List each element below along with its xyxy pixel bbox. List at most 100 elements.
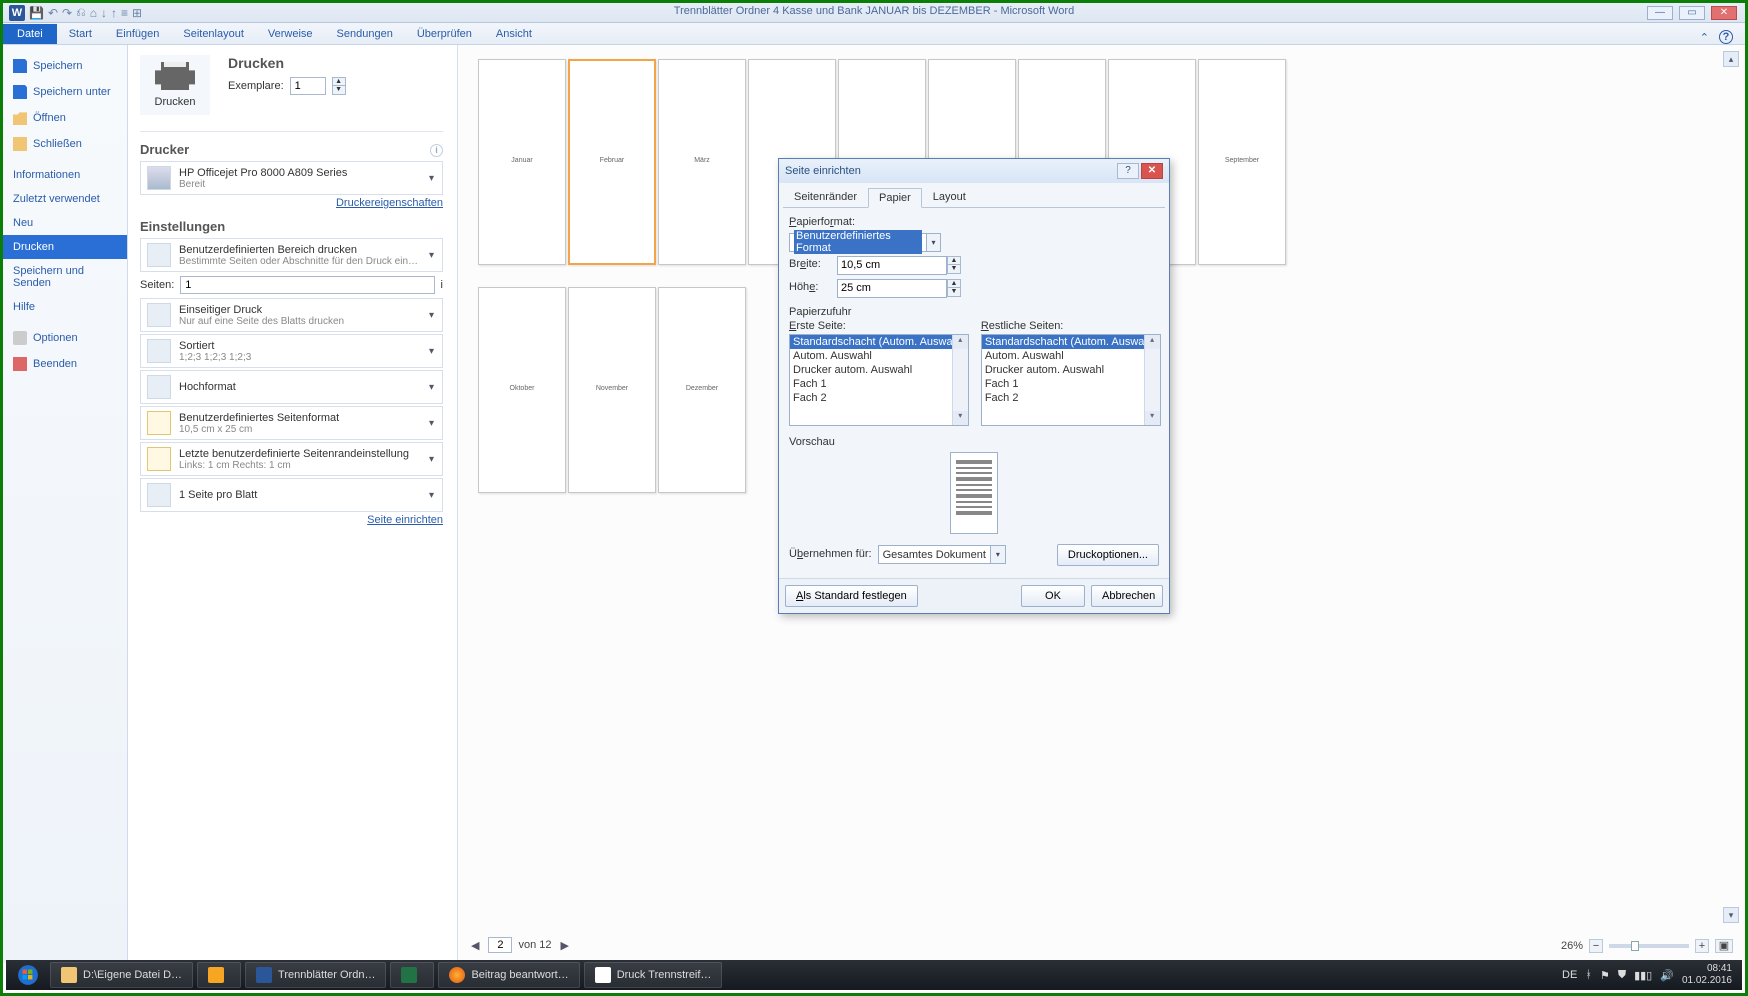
sidebar-item-print[interactable]: Drucken [3, 235, 127, 259]
list-item[interactable]: Fach 2 [982, 391, 1160, 405]
list-item[interactable]: Fach 1 [790, 377, 968, 391]
print-range-selector[interactable]: Benutzerdefinierten Bereich druckenBesti… [140, 238, 443, 272]
page-thumb[interactable]: März [658, 59, 746, 265]
taskbar-item-excel[interactable] [390, 962, 434, 988]
dialog-help-button[interactable]: ? [1117, 163, 1139, 179]
dialog-close-button[interactable]: ✕ [1141, 163, 1163, 179]
tab-layout[interactable]: Layout [922, 187, 977, 207]
paper-size-selector[interactable]: Benutzerdefiniertes Seitenformat10,5 cm … [140, 406, 443, 440]
qat-save-icon[interactable]: 💾 [29, 6, 44, 20]
height-spinner[interactable]: ▲▼ [947, 279, 961, 297]
other-pages-tray-list[interactable]: Standardschacht (Autom. Auswahl) Autom. … [981, 334, 1161, 426]
taskbar-item-word[interactable]: Trennblätter Ordn… [245, 962, 386, 988]
taskbar-item-outlook[interactable] [197, 962, 241, 988]
sidebar-item-info[interactable]: Informationen [3, 157, 127, 187]
tray-network-icon[interactable]: ▮▮▯ [1634, 969, 1652, 982]
fit-page-button[interactable]: ▣ [1715, 939, 1733, 953]
tab-margins[interactable]: Seitenränder [783, 187, 868, 207]
page-thumb[interactable]: September [1198, 59, 1286, 265]
next-page-button[interactable]: ▶ [558, 939, 572, 952]
qat-icon[interactable]: ⎌ [76, 5, 86, 20]
duplex-selector[interactable]: Einseitiger DruckNur auf eine Seite des … [140, 298, 443, 332]
tray-bluetooth-icon[interactable]: ᚼ [1585, 969, 1592, 981]
prev-page-button[interactable]: ◀ [468, 939, 482, 952]
sidebar-item-close[interactable]: Schließen [3, 131, 127, 157]
printer-properties-link[interactable]: Druckereigenschaften [336, 197, 443, 209]
zoom-slider[interactable] [1609, 944, 1689, 948]
list-item[interactable]: Standardschacht (Autom. Auswahl) [982, 335, 1160, 349]
close-button[interactable]: ✕ [1711, 6, 1737, 20]
pages-input[interactable] [180, 276, 434, 294]
ok-button[interactable]: OK [1021, 585, 1085, 607]
sidebar-item-new[interactable]: Neu [3, 211, 127, 235]
tab-mailings[interactable]: Sendungen [325, 24, 405, 44]
page-thumb[interactable]: Januar [478, 59, 566, 265]
scroll-down-button[interactable]: ▾ [1723, 907, 1739, 923]
list-item[interactable]: Standardschacht (Autom. Auswahl) [790, 335, 968, 349]
qat-redo-icon[interactable]: ↷ [62, 6, 72, 20]
height-input[interactable] [837, 279, 947, 298]
page-setup-link[interactable]: Seite einrichten [367, 514, 443, 526]
print-options-button[interactable]: Druckoptionen... [1057, 544, 1159, 566]
collate-selector[interactable]: Sortiert1;2;3 1;2;3 1;2;3 ▾ [140, 334, 443, 368]
maximize-button[interactable]: ▭ [1679, 6, 1705, 20]
ribbon-collapse-icon[interactable]: ⌃ [1700, 31, 1709, 44]
tray-flag-icon[interactable]: ⚑ [1600, 969, 1610, 982]
tab-view[interactable]: Ansicht [484, 24, 544, 44]
minimize-button[interactable]: — [1647, 6, 1673, 20]
width-input[interactable] [837, 256, 947, 275]
tray-volume-icon[interactable]: 🔊 [1660, 969, 1674, 982]
start-button[interactable] [10, 962, 46, 988]
tab-references[interactable]: Verweise [256, 24, 325, 44]
sidebar-item-options[interactable]: Optionen [3, 325, 127, 351]
tray-shield-icon[interactable]: ⛊ [1618, 969, 1626, 982]
scroll-up-button[interactable]: ▴ [1723, 51, 1739, 67]
cancel-button[interactable]: Abbrechen [1091, 585, 1163, 607]
first-page-tray-list[interactable]: Standardschacht (Autom. Auswahl) Autom. … [789, 334, 969, 426]
list-scrollbar[interactable]: ▴▾ [1144, 335, 1160, 425]
help-icon[interactable]: ? [1719, 30, 1733, 44]
dialog-title-bar[interactable]: Seite einrichten ? ✕ [779, 159, 1169, 183]
qat-icon[interactable]: ⊞ [132, 6, 142, 20]
copies-spinner[interactable]: ▲▼ [332, 77, 346, 95]
sidebar-item-open[interactable]: Öffnen [3, 105, 127, 131]
qat-icon[interactable]: ↓ [101, 6, 107, 20]
page-thumb-selected[interactable]: Februar [568, 59, 656, 265]
taskbar-item-paint[interactable]: Druck Trennstreif… [584, 962, 723, 988]
zoom-in-button[interactable]: + [1695, 939, 1709, 953]
width-spinner[interactable]: ▲▼ [947, 256, 961, 274]
list-scrollbar[interactable]: ▴▾ [952, 335, 968, 425]
list-item[interactable]: Autom. Auswahl [790, 349, 968, 363]
orientation-selector[interactable]: Hochformat ▾ [140, 370, 443, 404]
list-item[interactable]: Fach 1 [982, 377, 1160, 391]
current-page-input[interactable] [488, 937, 512, 953]
qat-icon[interactable]: ≡ [121, 6, 128, 20]
taskbar-item-firefox[interactable]: Beitrag beantwort… [438, 962, 579, 988]
sidebar-item-save[interactable]: Speichern [3, 53, 127, 79]
sidebar-item-exit[interactable]: Beenden [3, 351, 127, 377]
sidebar-item-help[interactable]: Hilfe [3, 295, 127, 319]
page-thumb[interactable]: Oktober [478, 287, 566, 493]
tab-review[interactable]: Überprüfen [405, 24, 484, 44]
sidebar-item-savesend[interactable]: Speichern und Senden [3, 259, 127, 295]
paper-format-combo[interactable]: Benutzerdefiniertes Format ▾ [789, 233, 941, 252]
tab-paper[interactable]: Papier [868, 188, 922, 208]
sidebar-item-saveas[interactable]: Speichern unter [3, 79, 127, 105]
page-thumb[interactable]: November [568, 287, 656, 493]
set-default-button[interactable]: Als Standard festlegen [785, 585, 918, 607]
list-item[interactable]: Drucker autom. Auswahl [982, 363, 1160, 377]
tab-pagelayout[interactable]: Seitenlayout [171, 24, 256, 44]
quick-access-toolbar[interactable]: W 💾 ↶ ↷ ⎌ ⌂ ↓ ↑ ≡ ⊞ [3, 5, 142, 21]
tab-insert[interactable]: Einfügen [104, 24, 171, 44]
clock[interactable]: 08:41 01.02.2016 [1682, 963, 1732, 987]
list-item[interactable]: Autom. Auswahl [982, 349, 1160, 363]
tab-start[interactable]: Start [57, 24, 104, 44]
list-item[interactable]: Drucker autom. Auswahl [790, 363, 968, 377]
pages-per-sheet-selector[interactable]: 1 Seite pro Blatt ▾ [140, 478, 443, 512]
print-button[interactable]: Drucken [140, 55, 210, 115]
page-thumb[interactable]: Dezember [658, 287, 746, 493]
margins-selector[interactable]: Letzte benutzerdefinierte Seitenrandeins… [140, 442, 443, 476]
sidebar-item-recent[interactable]: Zuletzt verwendet [3, 187, 127, 211]
copies-input[interactable] [290, 77, 326, 95]
printer-selector[interactable]: HP Officejet Pro 8000 A809 SeriesBereit … [140, 161, 443, 195]
